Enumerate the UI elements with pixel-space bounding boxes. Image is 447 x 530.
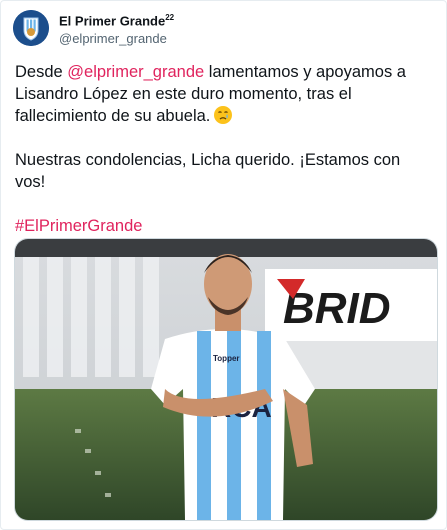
player-photo: BRID RCA Topper	[15, 239, 437, 520]
banner-text: BRID	[283, 284, 391, 333]
tweet-paragraph-2: Nuestras condolencias, Licha querido. ¡E…	[15, 151, 401, 191]
jersey-brand-text: Topper	[213, 354, 240, 363]
tweet-header: El Primer Grande22 @elprimer_grande	[13, 10, 433, 50]
tweet-paragraph-3: #ElPrimerGrande	[15, 215, 435, 237]
avatar[interactable]	[13, 10, 49, 46]
display-name[interactable]: El Primer Grande22	[59, 13, 174, 28]
tweet-card[interactable]: El Primer Grande22 @elprimer_grande Desd…	[0, 0, 447, 530]
tweet-text-start: Desde	[15, 63, 68, 81]
account-handle[interactable]: @elprimer_grande	[59, 31, 167, 46]
crying-face-icon	[214, 106, 233, 124]
hashtag-link[interactable]: #ElPrimerGrande	[15, 217, 142, 235]
tweet-photo[interactable]: BRID RCA Topper	[14, 238, 438, 521]
name-superscript: 22	[165, 13, 175, 22]
tweet-body: Desde @elprimer_grande lamentamos y apoy…	[15, 61, 435, 259]
mention-link[interactable]: @elprimer_grande	[67, 63, 204, 81]
tweet-paragraph-1: Desde @elprimer_grande lamentamos y apoy…	[15, 61, 435, 127]
club-crest-icon	[13, 10, 49, 46]
display-name-text: El Primer Grande	[59, 13, 166, 29]
